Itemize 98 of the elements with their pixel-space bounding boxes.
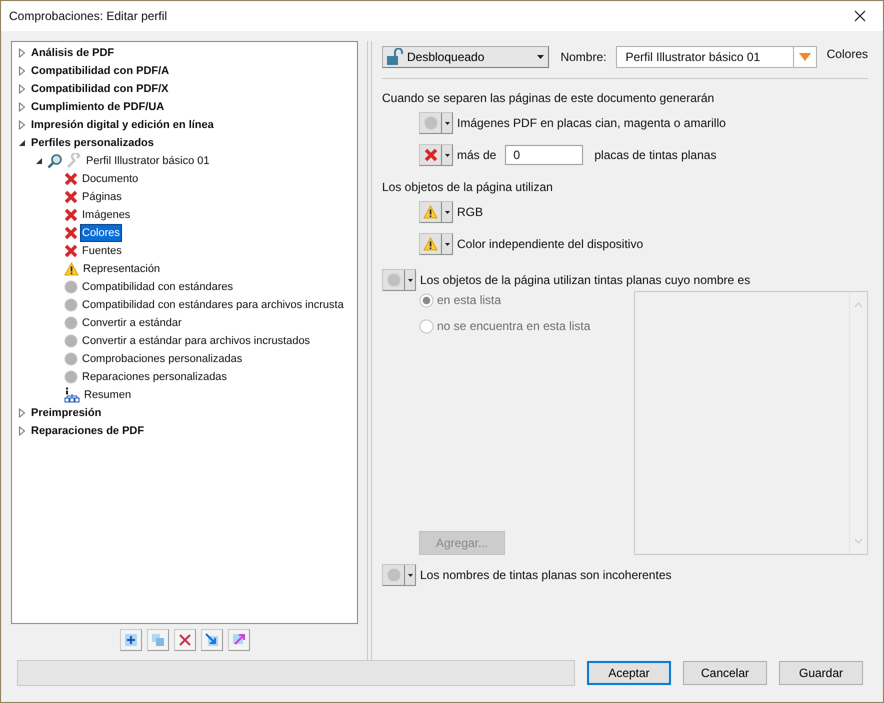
expand-icon[interactable] — [18, 66, 26, 76]
tree-item[interactable]: Análisis de PDF — [30, 45, 116, 61]
rule-label: placas de tintas planas — [594, 148, 716, 162]
tree-item[interactable]: Impresión digital y edición en línea — [30, 117, 215, 133]
window-title: Comprobaciones: Editar perfil — [9, 9, 168, 23]
status-circle-icon — [64, 298, 78, 312]
expand-icon[interactable] — [18, 102, 26, 112]
delete-button[interactable] — [174, 629, 196, 651]
rule-label: Imágenes PDF en placas cian, magenta o amarillo — [457, 116, 726, 130]
radio-label: en esta lista — [437, 293, 502, 307]
caret-icon — [537, 55, 544, 59]
caret-icon — [444, 210, 450, 214]
dropdown-icon[interactable] — [798, 53, 811, 61]
error-icon — [424, 148, 438, 162]
magnifier-icon — [47, 153, 63, 169]
caret-icon — [444, 242, 450, 246]
status-circle-icon — [386, 567, 402, 583]
tree-item[interactable]: Reparaciones personalizadas — [81, 369, 228, 385]
wrench-icon — [66, 153, 82, 169]
status-circle-icon — [64, 370, 78, 384]
dialog-button[interactable]: Guardar — [779, 661, 863, 685]
tree-item[interactable]: Documento — [81, 171, 140, 187]
status-dropdown[interactable] — [419, 233, 453, 255]
unlocked-padlock-icon — [386, 48, 404, 66]
error-icon — [64, 208, 78, 222]
rule-label: Los nombres de tintas planas son incoherentes — [420, 568, 672, 582]
status-circle-icon — [422, 115, 438, 131]
status-dropdown[interactable] — [419, 144, 453, 166]
status-circle-icon — [64, 334, 78, 348]
tree-item[interactable]: Compatibilidad con PDF/A — [30, 63, 170, 79]
number-field[interactable]: 0 — [505, 145, 584, 165]
tree-item[interactable]: Imágenes — [81, 207, 132, 223]
warning-icon — [423, 205, 438, 219]
rule-label: RGB — [457, 205, 484, 219]
plus-icon — [124, 633, 138, 647]
rule-label: Los objetos de la página utilizan tintas planas cuyo nombre es — [420, 273, 750, 287]
tree-item[interactable]: Representación — [82, 261, 162, 277]
error-icon — [64, 172, 78, 186]
expand-icon[interactable] — [18, 120, 26, 130]
status-dropdown[interactable] — [419, 201, 453, 223]
tree-item[interactable]: Colores — [81, 225, 121, 241]
dialog-button[interactable]: Cancelar — [683, 661, 767, 685]
error-icon — [64, 226, 78, 240]
rule-label: más de — [457, 148, 496, 162]
caret-icon — [408, 574, 412, 576]
arrow-icon — [232, 633, 246, 647]
collapse-icon[interactable] — [35, 157, 43, 165]
arrow-icon — [204, 633, 218, 647]
tree-item[interactable]: Compatibilidad con PDF/X — [30, 81, 170, 97]
caret-icon — [444, 122, 450, 124]
expand-icon[interactable] — [18, 48, 26, 58]
duplicate-icon — [150, 633, 164, 647]
warning-icon — [423, 237, 438, 251]
delete-icon — [178, 633, 192, 647]
collapse-icon[interactable] — [18, 139, 26, 147]
error-icon — [64, 190, 78, 204]
warning-icon — [64, 262, 79, 276]
caret-icon — [444, 154, 450, 156]
section-title: Colores — [826, 47, 868, 61]
tree-item[interactable]: Fuentes — [81, 243, 123, 259]
import-button[interactable] — [200, 629, 222, 651]
section-heading: Los objetos de la página utilizan — [382, 180, 554, 194]
status-dropdown[interactable] — [382, 269, 416, 291]
expand-icon[interactable] — [18, 408, 26, 418]
tree-item[interactable]: Reparaciones de PDF — [30, 423, 146, 439]
section-heading: Cuando se separen las páginas de este documento generarán — [382, 91, 716, 105]
tree-item[interactable]: Preimpresión — [30, 405, 102, 421]
tree-item[interactable]: Comprobaciones personalizadas — [81, 351, 244, 367]
dialog-button[interactable]: Aceptar — [587, 661, 671, 685]
caret-icon — [408, 278, 412, 282]
tree-item[interactable]: Convertir a estándar — [81, 315, 183, 331]
status-dropdown[interactable] — [419, 112, 453, 134]
hierarchy-icon — [64, 387, 80, 403]
tree-item[interactable]: Compatibilidad con estándares — [81, 279, 234, 295]
lock-dropdown[interactable]: Desbloqueado — [382, 46, 550, 68]
tree-item[interactable]: Páginas — [81, 189, 123, 205]
tree-item[interactable]: Cumplimiento de PDF/UA — [30, 99, 166, 115]
expand-icon[interactable] — [18, 84, 26, 94]
status-circle-icon — [64, 352, 78, 366]
tree-item[interactable]: Resumen — [83, 387, 132, 403]
new-rule-button[interactable] — [120, 629, 142, 651]
tree-item[interactable]: Perfiles personalizados — [30, 135, 155, 151]
error-icon — [64, 244, 78, 258]
profile-name-field[interactable]: Perfil Illustrator básico 01 — [616, 46, 817, 68]
status-circle-icon — [64, 316, 78, 330]
status-circle-icon — [386, 272, 402, 288]
status-circle-icon — [64, 280, 78, 294]
duplicate-button[interactable] — [146, 629, 168, 651]
tree-item[interactable]: Compatibilidad con estándares para archivos incrusta — [81, 297, 345, 313]
tree-item[interactable]: Perfil Illustrator básico 01 — [85, 153, 210, 169]
status-dropdown[interactable] — [382, 564, 416, 586]
close-icon — [854, 10, 866, 22]
tree-item[interactable]: Convertir a estándar para archivos incrustados — [81, 333, 312, 349]
expand-icon[interactable] — [18, 426, 26, 436]
name-label: Nombre: — [560, 50, 606, 64]
export-button[interactable] — [228, 629, 250, 651]
radio-label: no se encuentra en esta lista — [437, 319, 590, 333]
rule-label: Color independiente del dispositivo — [457, 237, 644, 251]
